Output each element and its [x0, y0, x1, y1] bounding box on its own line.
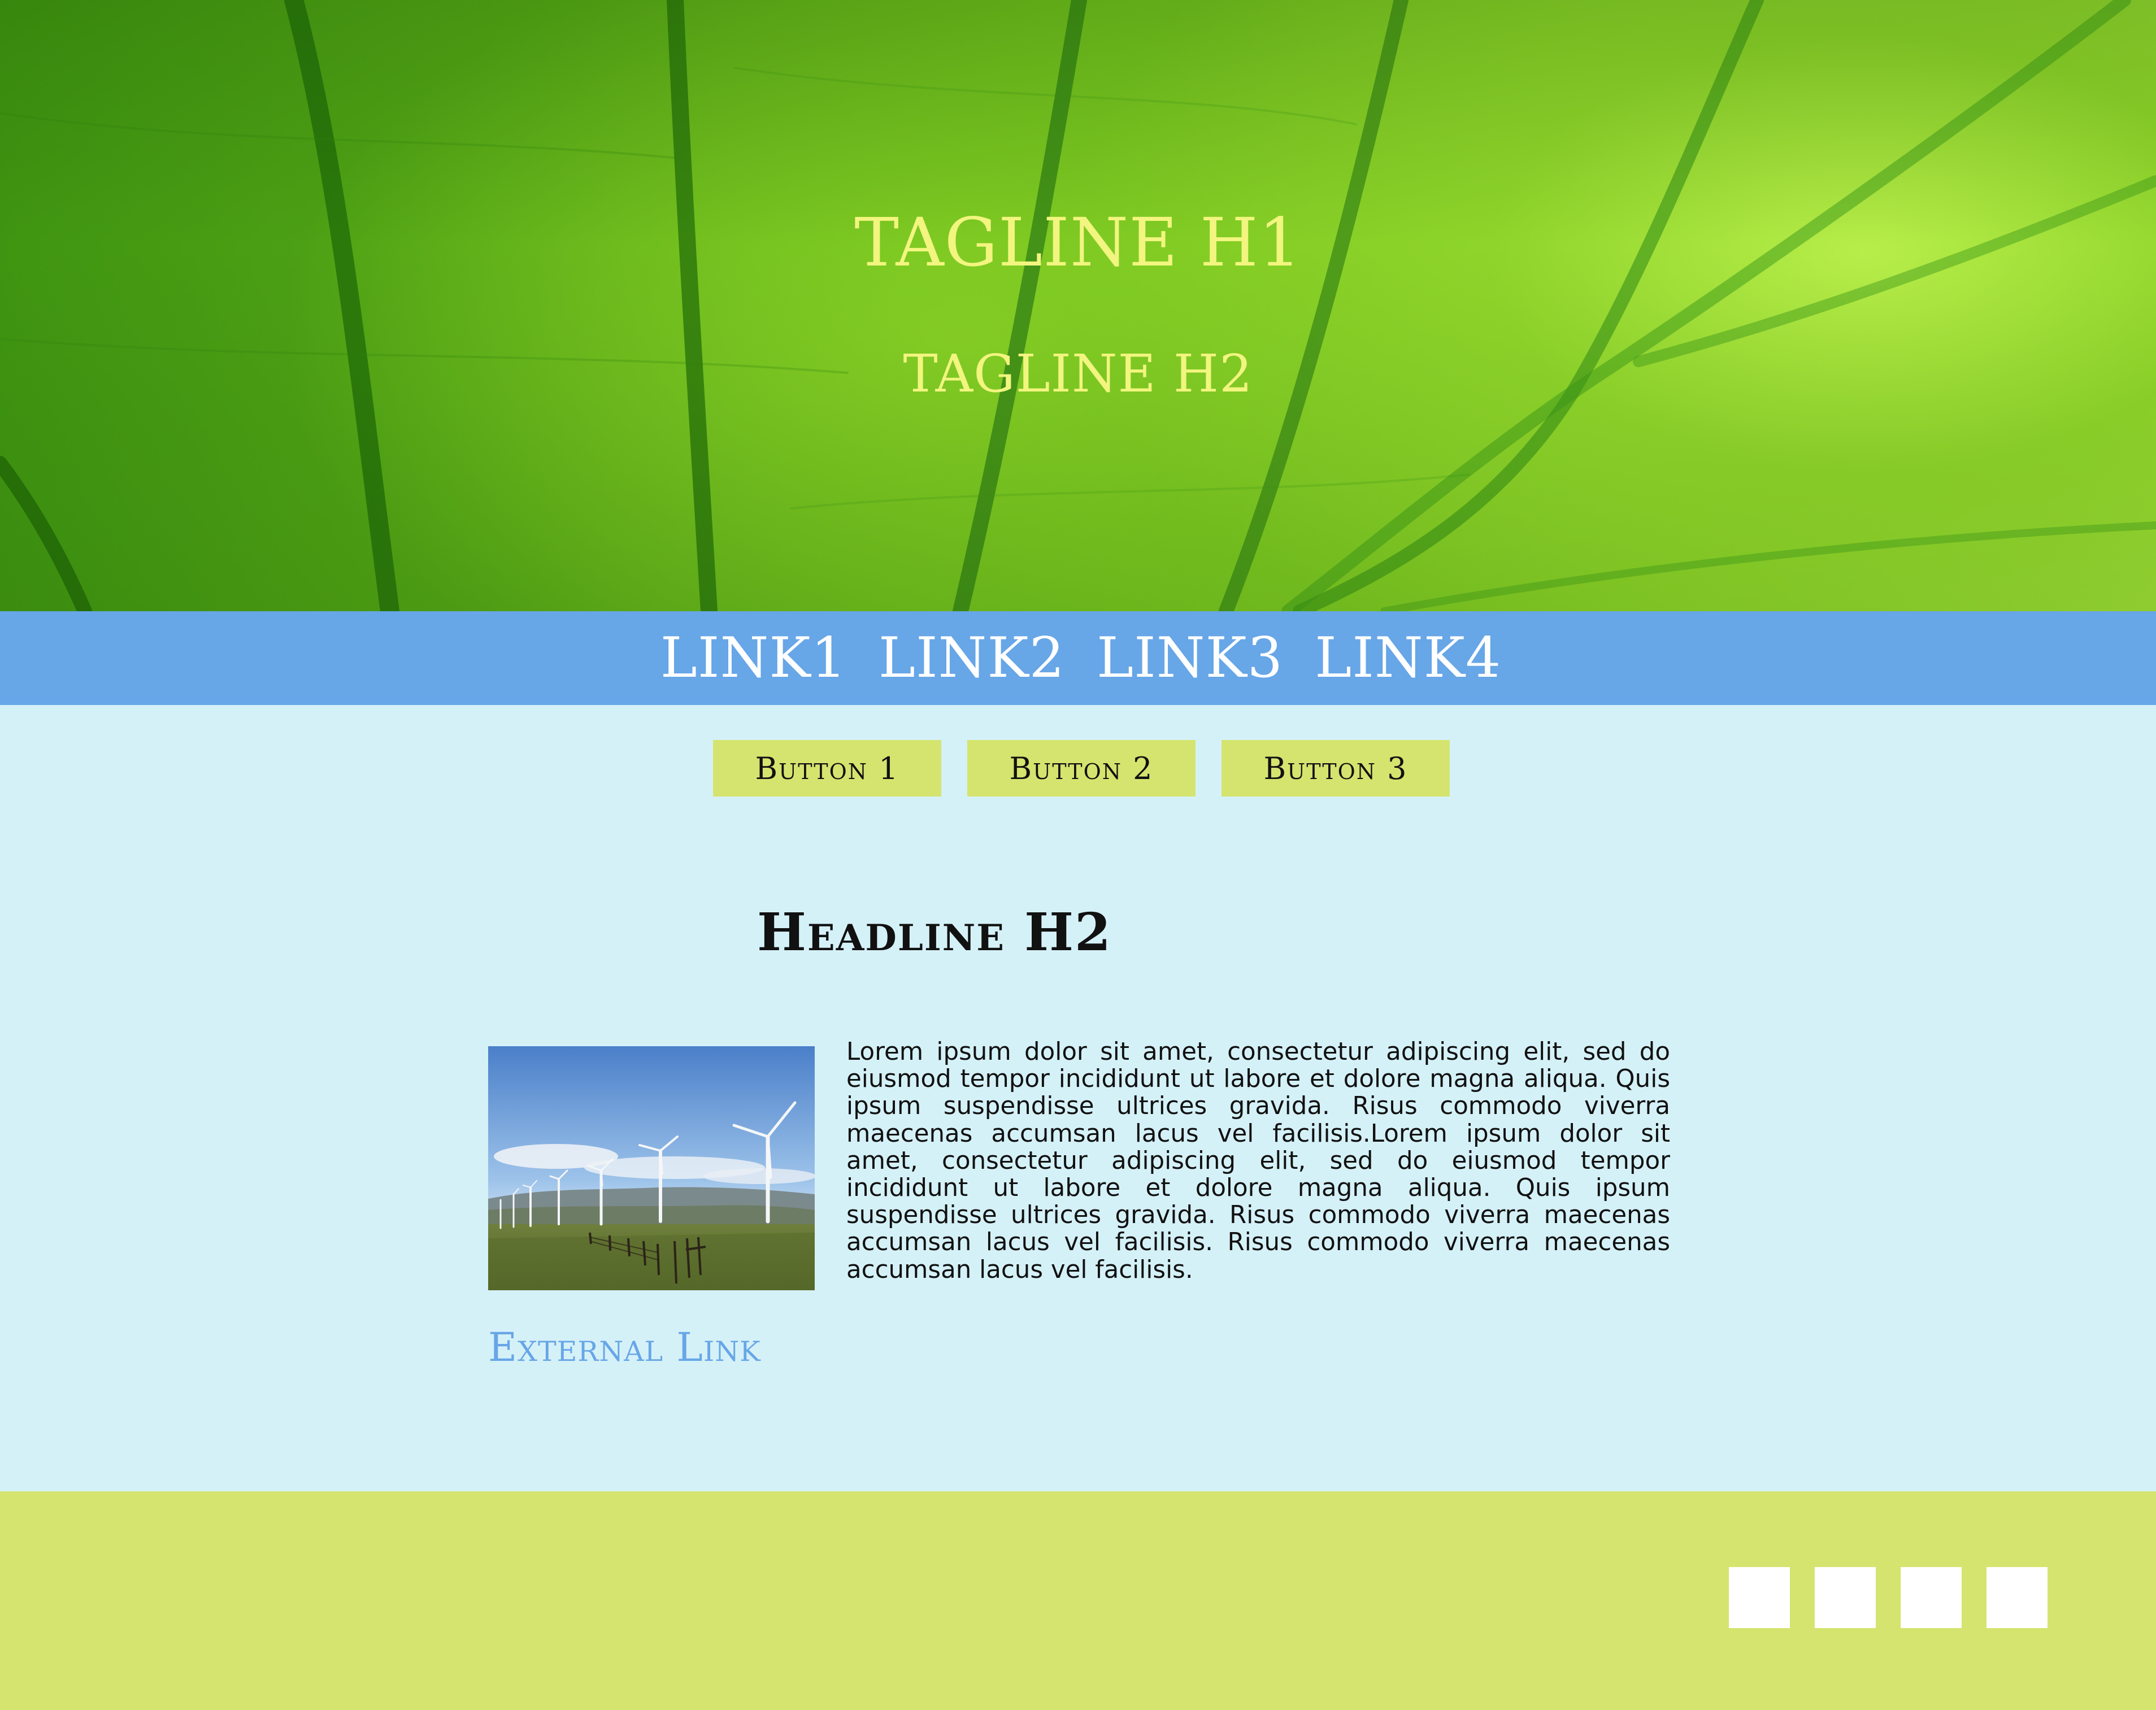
headline: Headline H2 [757, 902, 1112, 963]
social-icons [1729, 1567, 2048, 1628]
nav-bar: LINK1 LINK2 LINK3 LINK4 [0, 611, 2156, 705]
button-1[interactable]: Button 1 [713, 740, 941, 797]
social-icon-3[interactable] [1901, 1567, 1962, 1628]
nav-link-3[interactable]: LINK3 [1097, 626, 1283, 690]
external-link[interactable]: External Link [488, 1324, 761, 1370]
nav-link-1[interactable]: LINK1 [660, 626, 847, 690]
body-paragraph: Lorem ipsum dolor sit amet, consectetur … [846, 1038, 1670, 1284]
social-icon-2[interactable] [1815, 1567, 1876, 1628]
nav-link-4[interactable]: LINK4 [1315, 626, 1501, 690]
hero-banner: TAGLINE H1 TAGLINE H2 [0, 0, 2156, 611]
button-3[interactable]: Button 3 [1222, 740, 1450, 797]
nav-links: LINK1 LINK2 LINK3 LINK4 [655, 626, 1501, 690]
social-icon-4[interactable] [1987, 1567, 2048, 1628]
nav-link-2[interactable]: LINK2 [879, 626, 1065, 690]
hero-shade [0, 0, 2156, 611]
tagline-h2: TAGLINE H2 [903, 343, 1253, 404]
wind-turbines-photo [488, 1046, 815, 1290]
social-icon-1[interactable] [1729, 1567, 1790, 1628]
button-row: Button 1 Button 2 Button 3 [0, 740, 2156, 797]
tagline-h1: TAGLINE H1 [854, 203, 1302, 281]
button-2[interactable]: Button 2 [967, 740, 1196, 797]
